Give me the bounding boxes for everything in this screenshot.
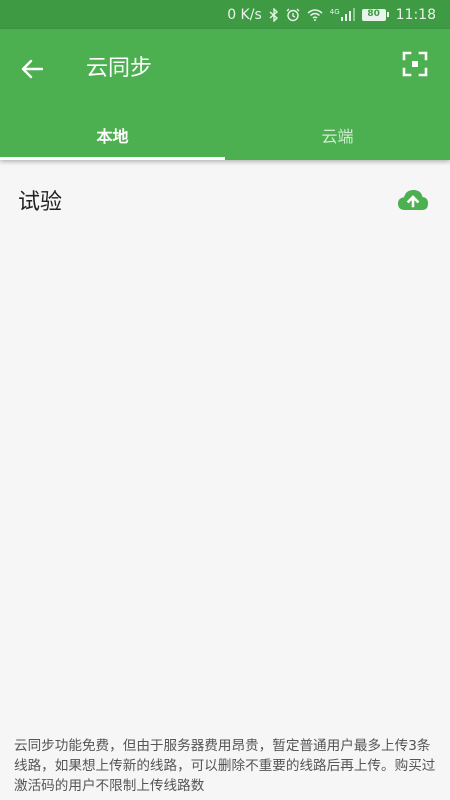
- scan-button[interactable]: [398, 47, 432, 81]
- page-title: 云同步: [86, 56, 153, 81]
- route-list: 试验: [0, 160, 450, 240]
- upload-button[interactable]: [396, 187, 430, 213]
- tab-cloud-label: 云端: [321, 126, 354, 146]
- screen: 0 K/s 4G 80 11:18 云同步 本地 云端 试验 云同步功能免费，但…: [0, 0, 450, 800]
- wifi-icon: [307, 8, 323, 21]
- back-button[interactable]: [14, 51, 50, 87]
- scan-frame-icon: [402, 51, 428, 77]
- list-item-label: 试验: [18, 190, 63, 215]
- battery-icon: 80: [361, 8, 389, 21]
- bluetooth-icon: [269, 7, 279, 22]
- tab-local[interactable]: 本地: [0, 109, 225, 160]
- net-speed: 0 K/s: [227, 6, 262, 23]
- tab-cloud[interactable]: 云端: [225, 109, 450, 160]
- status-bar: 0 K/s 4G 80 11:18: [0, 0, 450, 29]
- tab-bar: 本地 云端: [0, 109, 450, 160]
- cloud-upload-icon: [398, 190, 428, 210]
- network-type: 4G: [329, 8, 340, 16]
- app-bar: 云同步 本地 云端: [0, 29, 450, 160]
- battery-level: 80: [361, 8, 386, 21]
- list-item[interactable]: 试验: [0, 160, 450, 240]
- tab-local-label: 本地: [96, 126, 129, 146]
- clock: 11:18: [395, 6, 436, 23]
- footer-note: 云同步功能免费，但由于服务器费用昂贵，暂定普通用户最多上传3条线路，如果想上传新…: [14, 738, 436, 794]
- arrow-left-icon: [21, 59, 43, 79]
- signal-icon: 4G: [330, 8, 355, 21]
- alarm-icon: [286, 8, 300, 22]
